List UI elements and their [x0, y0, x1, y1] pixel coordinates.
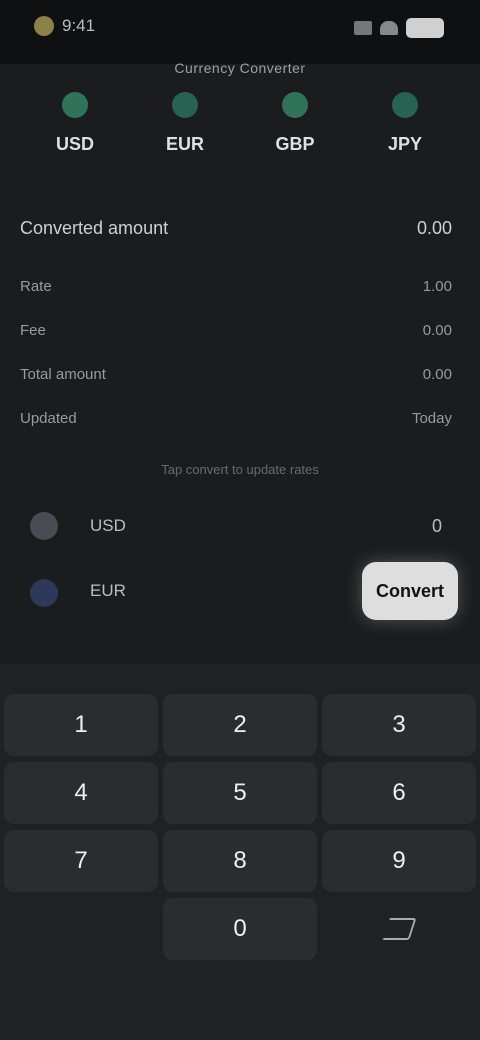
tab-label: USD [55, 134, 94, 154]
currency-tabs: USD EUR GBP JPY [0, 92, 480, 192]
key-4[interactable]: 4 [4, 762, 158, 824]
result-row: Total amount 0.00 [20, 360, 460, 394]
status-left: 9:41 [34, 16, 95, 36]
page-title: Currency Converter [174, 60, 306, 76]
result-row: Rate 1.00 [20, 272, 460, 306]
status-time: 9:41 [62, 16, 96, 35]
key-9[interactable]: 9 [322, 830, 476, 892]
result-header: Converted amount 0.00 [20, 210, 460, 250]
rate-note: Tap convert to update rates [161, 462, 319, 477]
key-8[interactable]: 8 [163, 830, 317, 892]
jpy-flag-icon [392, 92, 418, 118]
from-currency-code: USD [90, 516, 126, 535]
gbp-flag-icon [282, 92, 308, 118]
row-label: Rate [20, 278, 52, 295]
row-label: Total amount [20, 366, 106, 383]
numeric-keypad: 1 2 3 4 5 6 7 8 9 0 [0, 664, 480, 1040]
result-row: Fee 0.00 [20, 316, 460, 350]
result-title: Converted amount [20, 218, 169, 238]
tab-usd[interactable]: USD [30, 92, 120, 155]
status-bar: 9:41 [0, 0, 480, 64]
row-value: Today [411, 410, 452, 427]
status-indicators [354, 18, 444, 38]
tab-gbp[interactable]: GBP [250, 92, 340, 155]
tab-eur[interactable]: EUR [140, 92, 230, 155]
tab-label: JPY [387, 134, 423, 154]
tab-label: GBP [275, 134, 315, 154]
backspace-icon [381, 918, 417, 940]
row-label: Updated [20, 410, 77, 427]
eur-flag-icon [172, 92, 198, 118]
row-label: Fee [20, 322, 46, 339]
key-0[interactable]: 0 [163, 898, 317, 960]
backspace-button[interactable] [322, 898, 476, 960]
signal-icon [354, 21, 372, 35]
key-2[interactable]: 2 [163, 694, 317, 756]
from-flag-icon [30, 512, 58, 540]
key-6[interactable]: 6 [322, 762, 476, 824]
wifi-icon [380, 21, 398, 35]
battery-icon [406, 18, 444, 38]
key-3[interactable]: 3 [322, 694, 476, 756]
row-value: 0.00 [422, 366, 452, 383]
to-flag-icon [30, 579, 58, 607]
row-value: 1.00 [422, 278, 452, 295]
usd-flag-icon [62, 92, 88, 118]
convert-button[interactable]: Convert [362, 562, 458, 620]
tab-jpy[interactable]: JPY [360, 92, 450, 155]
key-5[interactable]: 5 [163, 762, 317, 824]
result-value: 0.00 [416, 218, 452, 238]
key-blank [4, 898, 158, 960]
result-row: Updated Today [20, 404, 460, 438]
key-7[interactable]: 7 [4, 830, 158, 892]
status-app-icon [34, 16, 54, 36]
key-1[interactable]: 1 [4, 694, 158, 756]
from-amount[interactable]: 0 [432, 516, 442, 537]
converter-screen: 9:41 Currency Converter USD EUR GBP JPY … [0, 0, 480, 1040]
row-value: 0.00 [422, 322, 452, 339]
from-currency-row[interactable]: USD 0 [20, 500, 460, 550]
to-currency-code: EUR [90, 581, 126, 600]
tab-label: EUR [165, 134, 204, 154]
